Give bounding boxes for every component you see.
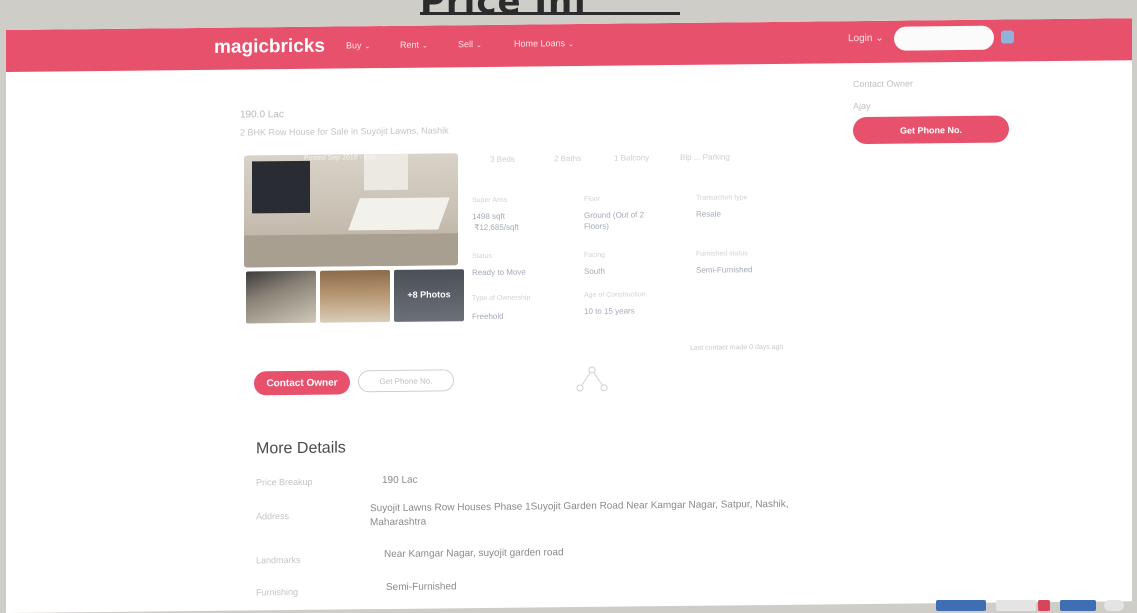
photo-floor [244, 233, 458, 268]
feature-parking: Blp ... Parking [680, 152, 730, 162]
attr-value: Semi-Furnished [696, 265, 753, 275]
chevron-down-icon: ⌄ [364, 43, 371, 51]
attr-label: Floor [584, 195, 600, 203]
chevron-down-icon: ⌄ [875, 32, 884, 44]
detail-value: Near Kamgar Nagar, suyojit garden road [384, 547, 564, 561]
detail-label: Address [256, 511, 290, 522]
sidebar-get-phone-button[interactable]: Get Phone No. [853, 115, 1009, 145]
detail-label: Price Breakup [256, 476, 313, 488]
nav-home-loans-label: Home Loans [514, 38, 566, 49]
attr-value: Ready to Move [472, 267, 526, 278]
photo-tv [252, 160, 310, 214]
attr-label: Super Area [472, 196, 508, 205]
detail-label: Furnishing [256, 586, 299, 598]
bottom-taskbar [930, 598, 1137, 613]
more-details-heading: More Details [256, 439, 346, 458]
thumbnail-photo[interactable] [320, 269, 390, 323]
photo-caption: Posted Sep 2018 · Exc. [304, 154, 378, 162]
attr-value: Freehold [472, 311, 504, 322]
detail-value: Semi-Furnished [386, 581, 457, 594]
chevron-down-icon: ⌄ [568, 41, 574, 49]
thumbnail-photo[interactable] [246, 270, 316, 324]
attr-label: Age of Construction [584, 291, 646, 299]
page-caption: Price Inf [420, 0, 590, 22]
listing-subtitle: 2 BHK Row House for Sale in Suyojit Lawn… [240, 125, 449, 138]
sidebar-contact-name: Ajay [853, 100, 871, 112]
more-photos-thumbnail[interactable]: +8 Photos [394, 269, 464, 322]
search-icon[interactable] [1001, 30, 1014, 44]
nav-rent-label: Rent [400, 39, 420, 50]
listing-price: 190.0 Lac [240, 109, 284, 121]
sidebar-contact-label: Contact Owner [853, 78, 914, 90]
nav-buy-label: Buy [346, 40, 362, 51]
top-navbar: magicbricks Buy ⌄ Rent ⌄ Sell ⌄ Home Loans ⌄… [6, 18, 1132, 73]
attr-value: South [584, 266, 605, 276]
taskbar-badge[interactable] [1038, 600, 1050, 611]
attr-label: Status [472, 252, 492, 261]
attr-label: Furnished status [696, 250, 748, 258]
chat-icon[interactable] [1104, 600, 1124, 611]
attr-value: Resale [696, 209, 721, 219]
nav-sell[interactable]: Sell ⌄ [458, 39, 482, 49]
attr-value: 1498 sqft ₹12,685/sqft [472, 211, 519, 233]
feature-balcony: 1 Balcony [614, 153, 650, 163]
share-icon[interactable] [572, 364, 612, 394]
attr-value: 10 to 15 years [584, 306, 635, 316]
nav-buy[interactable]: Buy ⌄ [346, 40, 370, 50]
detail-value: 190 Lac [382, 474, 418, 487]
login-menu[interactable]: Login ⌄ [848, 33, 884, 44]
taskbar-button[interactable] [1060, 600, 1096, 611]
site-logo[interactable]: magicbricks [214, 36, 325, 59]
attr-value: Ground (Out of 2 Floors) [584, 210, 645, 231]
nav-rent[interactable]: Rent ⌄ [400, 40, 428, 50]
attr-label: Type of Ownership [472, 294, 531, 303]
last-contact-text: Last contact made 0 days ago [690, 343, 784, 352]
taskbar-button[interactable] [996, 600, 1036, 611]
feature-beds: 3 Beds [490, 154, 515, 164]
detail-label: Landmarks [256, 554, 301, 566]
nav-sell-label: Sell [458, 39, 474, 50]
main-photo[interactable]: Posted Sep 2018 · Exc. [244, 153, 458, 268]
feature-baths: 2 Baths [554, 153, 582, 164]
login-label: Login [848, 32, 873, 45]
attr-label: Facing [584, 251, 606, 259]
taskbar-button[interactable] [936, 600, 986, 611]
more-photos-label: +8 Photos [407, 289, 451, 300]
contact-owner-button[interactable]: Contact Owner [254, 370, 350, 396]
chevron-down-icon: ⌄ [422, 42, 428, 50]
photo-table [348, 197, 450, 231]
caption-underline [420, 12, 680, 15]
browser-page: magicbricks Buy ⌄ Rent ⌄ Sell ⌄ Home Loans ⌄… [6, 18, 1132, 613]
nav-home-loans[interactable]: Home Loans ⌄ [514, 38, 574, 49]
get-phone-button[interactable]: Get Phone No. [358, 369, 454, 393]
attr-label: Transaction type [696, 194, 748, 202]
detail-value: Suyojit Lawns Row Houses Phase 1Suyojit … [370, 498, 789, 529]
search-input[interactable] [894, 25, 994, 51]
chevron-down-icon: ⌄ [476, 42, 482, 50]
